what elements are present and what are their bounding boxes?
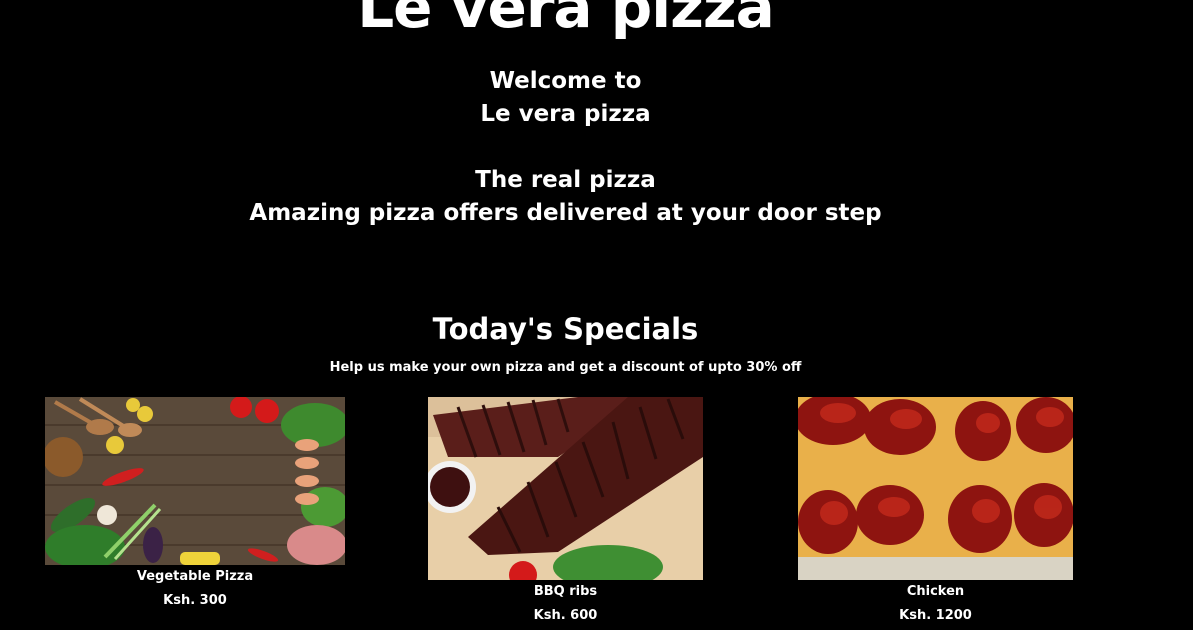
welcome-text: Welcome to bbox=[489, 68, 642, 94]
specials-heading: Today's Specials bbox=[432, 312, 699, 346]
item-price: Ksh. 1200 bbox=[899, 608, 972, 623]
bbq-ribs-image bbox=[428, 397, 703, 580]
welcome-brand: Le vera pizza bbox=[480, 101, 651, 127]
site-title: Le vera pizza bbox=[357, 0, 775, 41]
special-item-chicken: Chicken Ksh. 1200 bbox=[798, 397, 1073, 622]
specials-subheading: Help us make your own pizza and get a di… bbox=[329, 360, 802, 375]
special-item-bbq-ribs: BBQ ribs Ksh. 600 bbox=[428, 397, 703, 622]
tagline-title: The real pizza bbox=[475, 167, 656, 193]
item-name: BBQ ribs bbox=[533, 584, 598, 599]
tagline-description: Amazing pizza offers delivered at your d… bbox=[249, 200, 882, 226]
vegetable-pizza-image bbox=[45, 397, 345, 565]
item-name: Chicken bbox=[906, 584, 965, 599]
item-price: Ksh. 300 bbox=[163, 593, 227, 608]
item-price: Ksh. 600 bbox=[533, 608, 598, 623]
special-item-vegetable-pizza: Vegetable Pizza Ksh. 300 bbox=[45, 397, 345, 607]
chicken-image bbox=[798, 397, 1073, 580]
item-name: Vegetable Pizza bbox=[136, 569, 254, 584]
